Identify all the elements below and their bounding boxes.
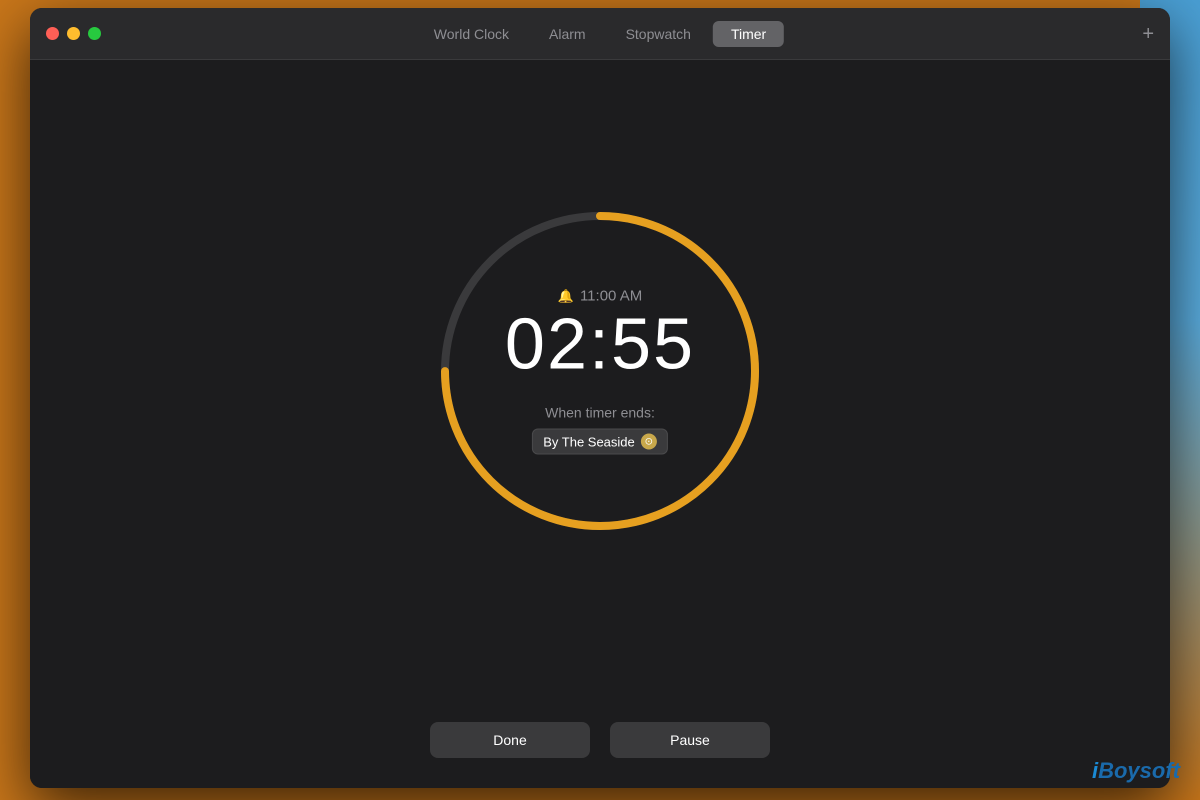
app-window: World Clock Alarm Stopwatch Timer + — [30, 8, 1170, 788]
maximize-button[interactable] — [88, 27, 101, 40]
traffic-lights — [30, 27, 101, 40]
timer-inner: 🔔 11:00 AM 02:55 When timer ends: By The… — [505, 288, 695, 455]
alarm-time-display: 🔔 11:00 AM — [558, 288, 642, 305]
tab-alarm[interactable]: Alarm — [531, 21, 604, 47]
done-button[interactable]: Done — [430, 722, 590, 758]
bottom-buttons: Done Pause — [430, 722, 770, 788]
timer-circle-wrapper: 🔔 11:00 AM 02:55 When timer ends: By The… — [430, 201, 770, 541]
add-button[interactable]: + — [1142, 24, 1154, 44]
pause-button[interactable]: Pause — [610, 722, 770, 758]
titlebar: World Clock Alarm Stopwatch Timer + — [30, 8, 1170, 60]
sound-name: By The Seaside — [543, 434, 635, 449]
watermark: iBoysoft — [1092, 758, 1180, 784]
tab-world-clock[interactable]: World Clock — [416, 21, 527, 47]
nav-tabs: World Clock Alarm Stopwatch Timer — [416, 21, 784, 47]
main-content: 🔔 11:00 AM 02:55 When timer ends: By The… — [30, 60, 1170, 788]
when-ends-label: When timer ends: — [545, 405, 655, 421]
minimize-button[interactable] — [67, 27, 80, 40]
watermark-brand: Boysoft — [1098, 758, 1180, 783]
alarm-time-value: 11:00 AM — [580, 288, 642, 305]
bell-icon: 🔔 — [558, 288, 574, 304]
sound-selector[interactable]: By The Seaside ⊙ — [532, 429, 668, 455]
tab-stopwatch[interactable]: Stopwatch — [608, 21, 709, 47]
close-button[interactable] — [46, 27, 59, 40]
sound-badge-icon: ⊙ — [641, 434, 657, 450]
timer-container: 🔔 11:00 AM 02:55 When timer ends: By The… — [30, 60, 1170, 722]
tab-timer[interactable]: Timer — [713, 21, 784, 47]
timer-countdown: 02:55 — [505, 309, 695, 381]
